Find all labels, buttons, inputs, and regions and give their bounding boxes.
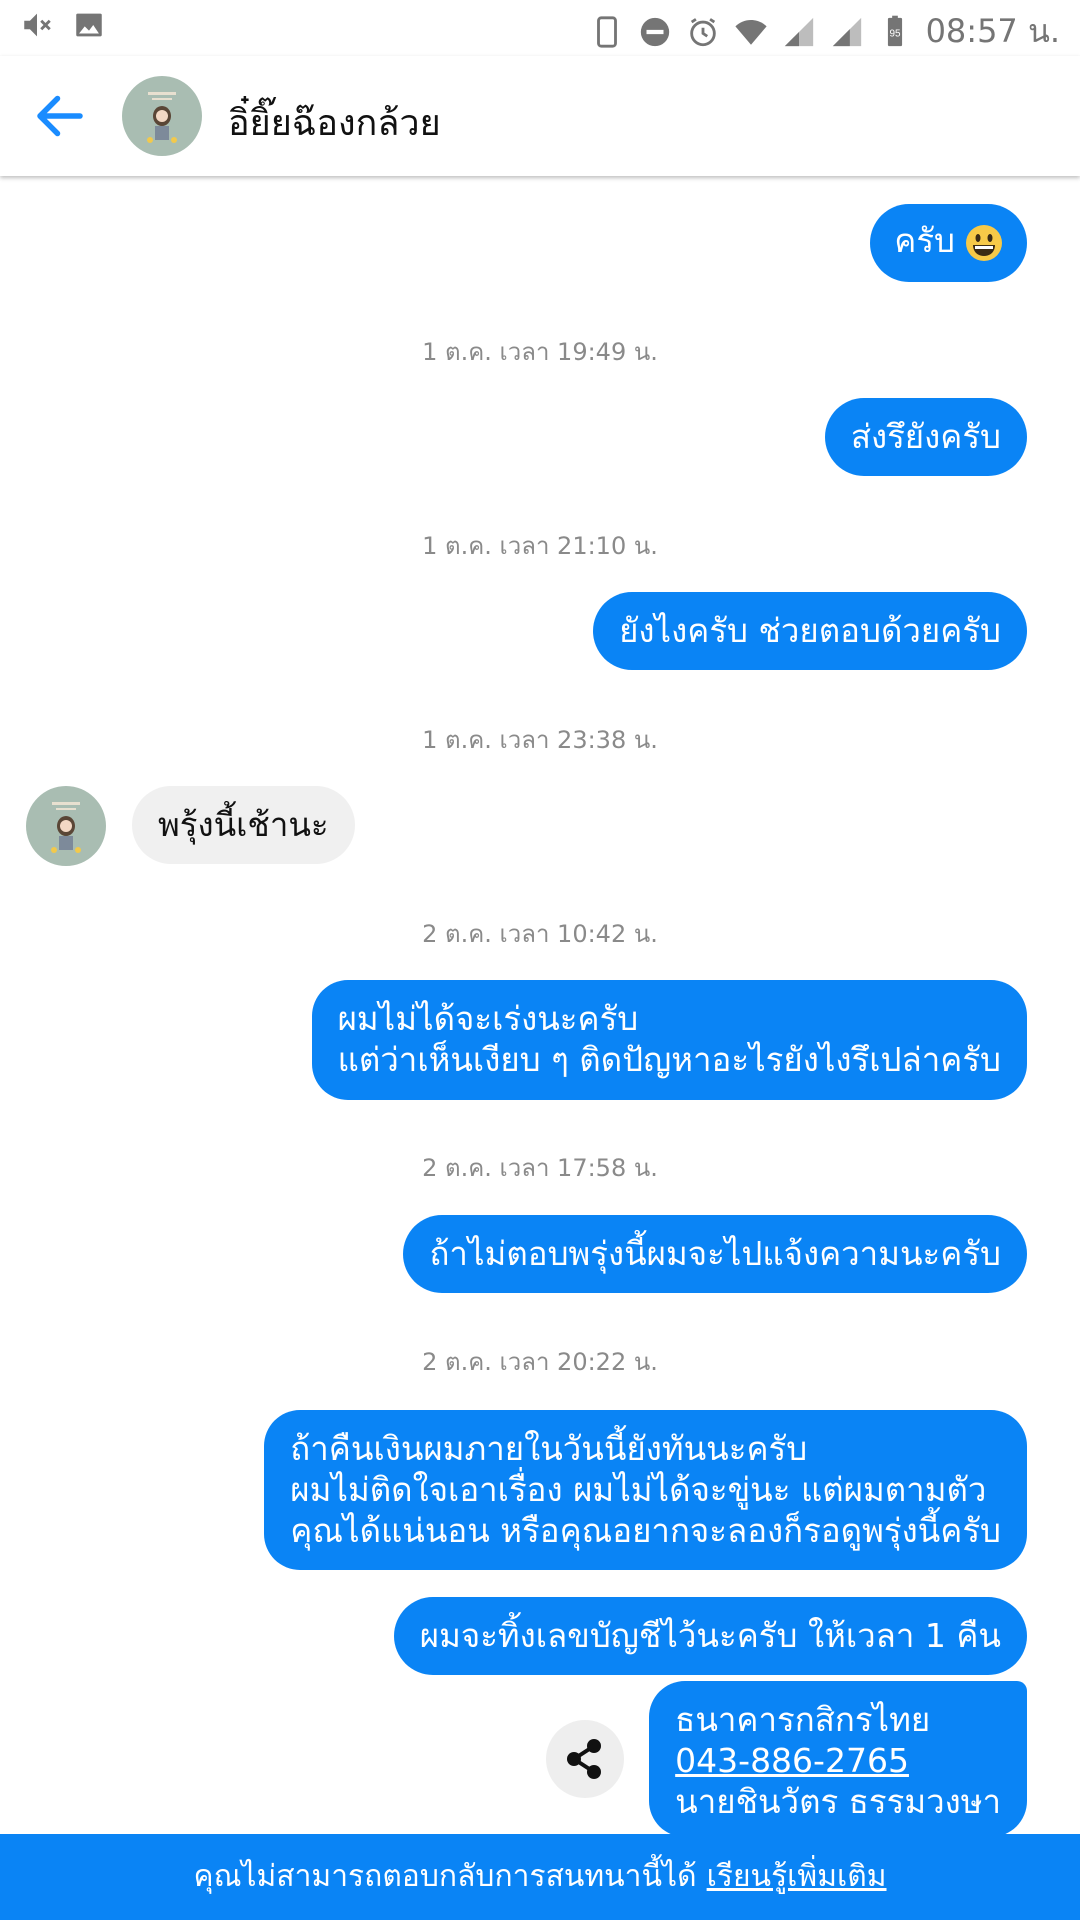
battery-icon: 95 bbox=[887, 15, 902, 46]
share-icon bbox=[567, 1739, 601, 1779]
back-arrow-icon[interactable] bbox=[30, 86, 90, 146]
timestamp: 1 ต.ค. เวลา 21:10 น. bbox=[422, 532, 658, 560]
wifi-icon bbox=[734, 19, 767, 45]
chat-header: อิ๋ยิ๊ยฉ๊องกล้วย bbox=[0, 56, 1080, 176]
alarm-icon bbox=[689, 17, 716, 46]
outgoing-message[interactable]: ครับ bbox=[870, 204, 1027, 282]
timestamp: 2 ต.ค. เวลา 17:58 น. bbox=[422, 1154, 658, 1182]
grinning-face-emoji-icon bbox=[966, 224, 1002, 261]
gallery-icon bbox=[76, 13, 102, 37]
signal-icon bbox=[832, 17, 861, 46]
learn-more-link[interactable]: เรียนรู้เพิ่มเติม bbox=[707, 1859, 887, 1894]
outgoing-message[interactable]: ยังไงครับ ช่วยตอบด้วยครับ bbox=[593, 592, 1027, 670]
timestamp: 2 ต.ค. เวลา 20:22 น. bbox=[422, 1348, 658, 1376]
outgoing-message[interactable]: ส่งรึยังครับ bbox=[824, 398, 1027, 476]
mute-icon bbox=[24, 13, 51, 37]
outgoing-message[interactable]: ถ้าคืนเงินผมภายในวันนี้ยังทันนะครับ ผมไม… bbox=[264, 1410, 1027, 1570]
contact-avatar[interactable] bbox=[26, 786, 106, 866]
timestamp: 1 ต.ค. เวลา 23:38 น. bbox=[422, 726, 658, 754]
outgoing-message[interactable]: ถ้าไม่ตอบพรุ่งนี้ผมจะไปแจ้งความนะครับ bbox=[403, 1215, 1027, 1293]
incoming-message[interactable]: พรุ้งนี้เช้านะ bbox=[132, 786, 355, 864]
outgoing-message[interactable]: ธนาคารกสิกรไทย 043-886-2765 นายชินวัตร ธ… bbox=[649, 1681, 1027, 1834]
cannot-reply-text: คุณไม่สามารถตอบกลับการสนทนานี้ได้ bbox=[193, 1859, 697, 1894]
contact-avatar[interactable] bbox=[122, 76, 202, 156]
timestamp: 2 ต.ค. เวลา 10:42 น. bbox=[422, 920, 658, 948]
outgoing-message[interactable]: ผมไม่ได้จะเร่งนะครับ แต่ว่าเห็นเงียบ ๆ ต… bbox=[311, 980, 1027, 1100]
phone-icon bbox=[596, 15, 617, 48]
svg-text:95: 95 bbox=[889, 28, 901, 39]
dnd-icon bbox=[640, 17, 669, 46]
timestamp: 1 ต.ค. เวลา 19:49 น. bbox=[422, 338, 658, 366]
account-number-link[interactable]: 043-886-2765 bbox=[675, 1740, 1001, 1781]
message-list[interactable]: ครับ 1 ต.ค. เวลา 19:49 น. ส่งรึยังครับ 1… bbox=[0, 176, 1080, 1834]
status-bar: 95 08:57 น. bbox=[0, 0, 1080, 56]
clock: 08:57 น. bbox=[925, 12, 1060, 50]
contact-name[interactable]: อิ๋ยิ๊ยฉ๊องกล้วย bbox=[228, 94, 441, 151]
share-button[interactable] bbox=[546, 1720, 624, 1798]
cannot-reply-banner: คุณไม่สามารถตอบกลับการสนทนานี้ได้ เรียนรู… bbox=[0, 1834, 1080, 1920]
signal-icon bbox=[784, 17, 813, 46]
outgoing-message[interactable]: ผมจะทิ้งเลขบัญชีไว้นะครับ ให้เวลา 1 คืน bbox=[393, 1597, 1027, 1675]
